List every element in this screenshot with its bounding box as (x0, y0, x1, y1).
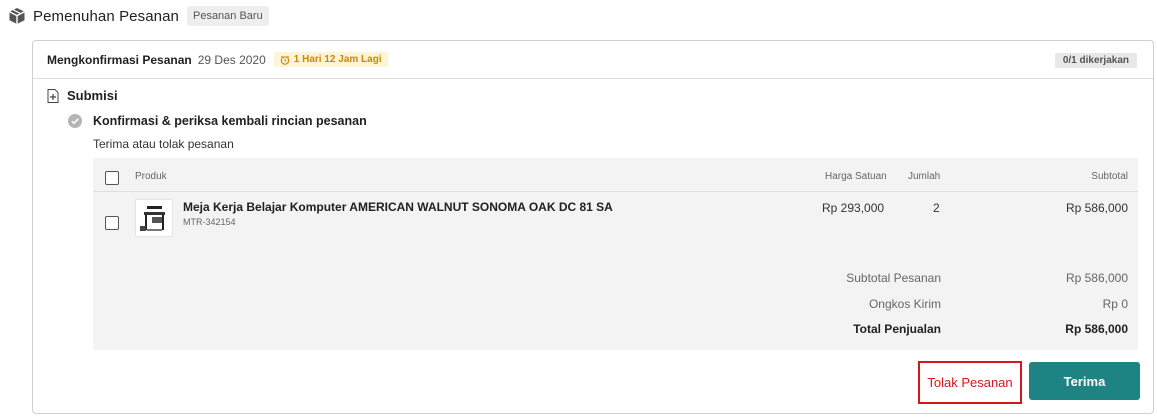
quantity: 2 (933, 201, 940, 215)
col-product: Produk (135, 171, 167, 182)
submission-section-title: Submisi (47, 88, 118, 103)
summary-shipping-value: Rp 0 (1102, 297, 1128, 311)
progress-badge: 0/1 dikerjakan (1054, 53, 1137, 68)
unit-price: Rp 293,000 (822, 201, 885, 215)
card-header-label: Mengkonfirmasi Pesanan (47, 52, 192, 67)
check-circle-icon (68, 114, 82, 128)
accept-order-button[interactable]: Terima (1029, 362, 1140, 400)
summary-total-label: Total Penjualan (853, 322, 941, 336)
order-date: 29 Des 2020 (197, 52, 266, 67)
summary-total-value: Rp 586,000 (1065, 322, 1128, 336)
product-sku: MTR-342154 (183, 217, 236, 227)
product-name: Meja Kerja Belajar Komputer AMERICAN WAL… (183, 200, 613, 214)
table-row: Meja Kerja Belajar Komputer AMERICAN WAL… (93, 192, 1138, 244)
row-subtotal: Rp 586,000 (1065, 201, 1128, 215)
page-header: Pemenuhan Pesanan Pesanan Baru (8, 5, 269, 27)
step-description: Terima atau tolak pesanan (93, 137, 234, 151)
item-checkbox[interactable] (105, 216, 119, 230)
reject-order-button[interactable]: Tolak Pesanan (918, 361, 1022, 404)
col-qty: Jumlah (908, 171, 941, 182)
deadline-text: 1 Hari 12 Jam Lagi (293, 54, 382, 65)
order-items-panel: Produk Harga Satuan Jumlah Subtotal Meja… (93, 158, 1138, 350)
product-thumbnail (135, 199, 173, 237)
select-all-checkbox[interactable] (105, 171, 119, 185)
summary-shipping-label: Ongkos Kirim (868, 297, 941, 311)
step-item: Konfirmasi & periksa kembali rincian pes… (68, 114, 367, 128)
step-title: Konfirmasi & periksa kembali rincian pes… (93, 114, 367, 128)
status-badge: Pesanan Baru (186, 6, 269, 26)
desk-image (140, 206, 165, 231)
col-unit-price: Harga Satuan (825, 171, 887, 182)
clock-icon (280, 55, 290, 65)
table-header: Produk Harga Satuan Jumlah Subtotal (93, 158, 1138, 192)
summary-subtotal-value: Rp 586,000 (1065, 271, 1128, 285)
summary-subtotal-label: Subtotal Pesanan (846, 271, 941, 285)
box-icon (9, 8, 25, 24)
deadline-badge: 1 Hari 12 Jam Lagi (273, 52, 388, 67)
page-title: Pemenuhan Pesanan (33, 7, 179, 25)
card-header: Mengkonfirmasi Pesanan 29 Des 2020 1 Har… (33, 41, 1153, 79)
col-subtotal: Subtotal (1091, 171, 1128, 182)
order-card: Mengkonfirmasi Pesanan 29 Des 2020 1 Har… (32, 40, 1154, 414)
document-add-icon (47, 88, 59, 103)
submission-label: Submisi (67, 88, 118, 103)
